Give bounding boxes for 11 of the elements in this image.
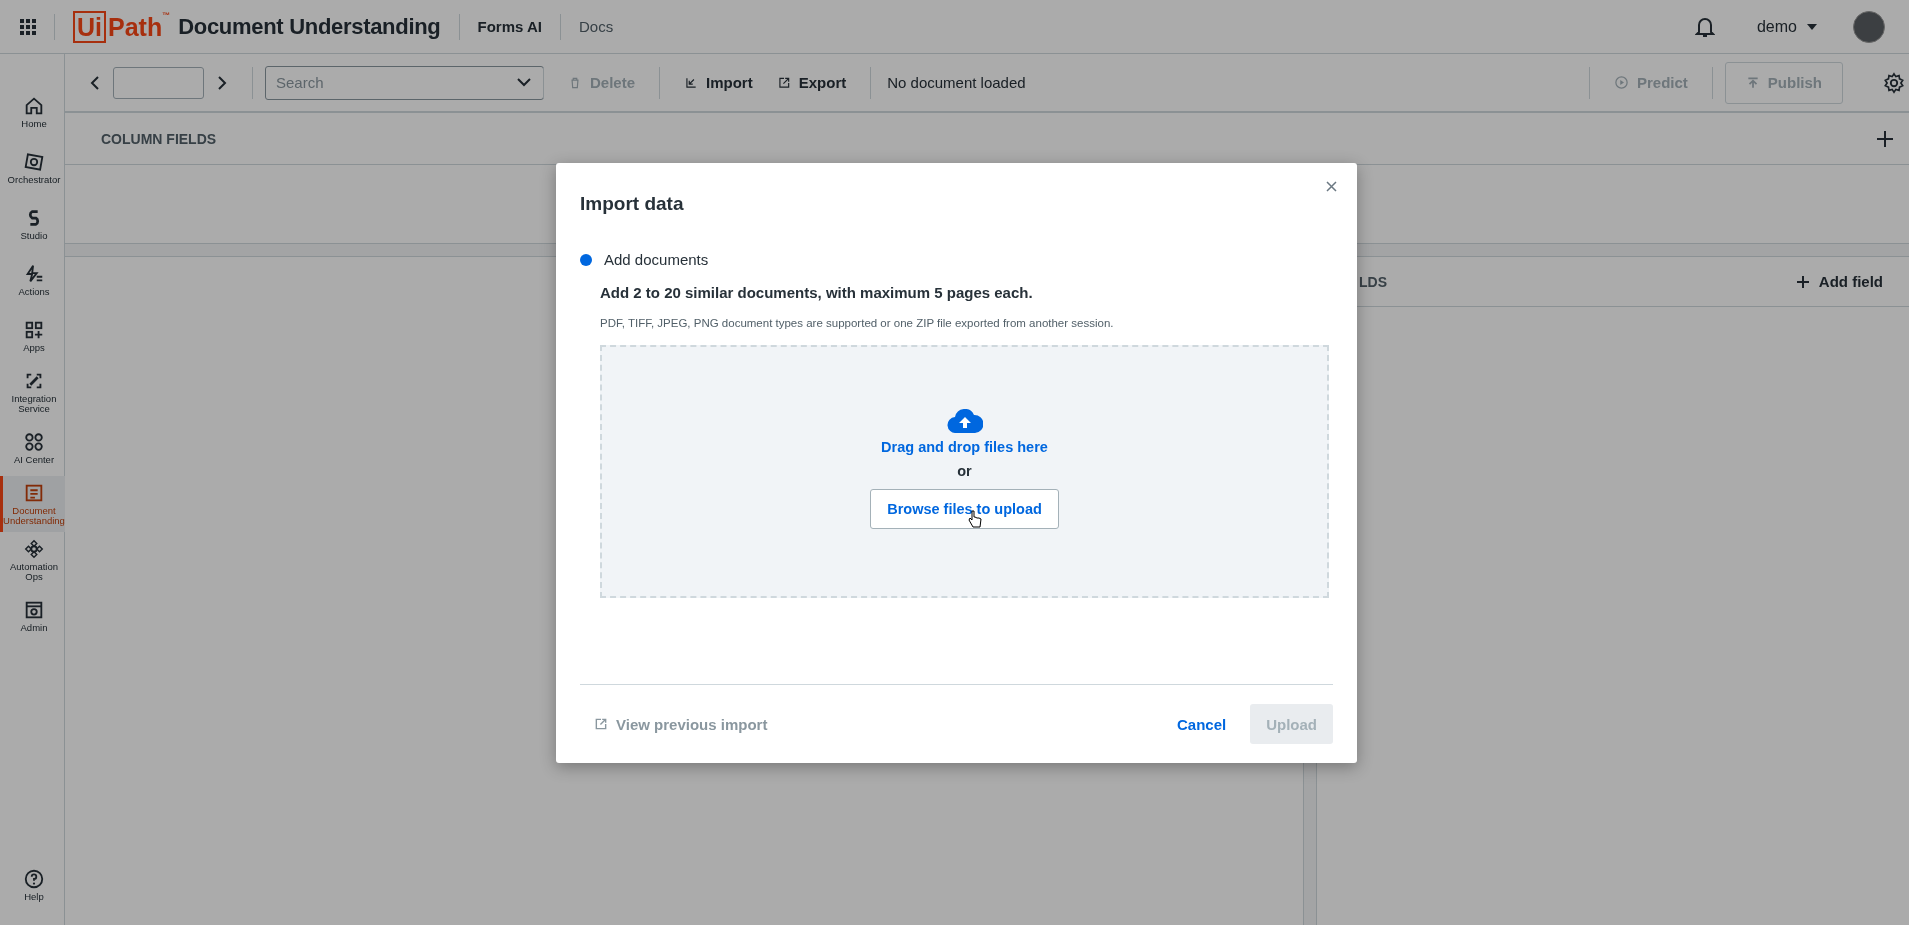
- status-text: No document loaded: [887, 74, 1026, 91]
- step-label: Add documents: [604, 251, 709, 268]
- dialog-title: Import data: [580, 193, 685, 216]
- section-title: COLUMN FIELDS: [101, 130, 217, 147]
- section-title: LDS: [1359, 273, 1387, 290]
- instruction-text: Add 2 to 20 similar documents, with maximum 5 pages each.: [600, 284, 1034, 301]
- or-text: or: [957, 463, 972, 479]
- file-types-note: PDF, TIFF, JPEG, PNG document types are supported or one ZIP file exported from another session.: [600, 317, 1115, 329]
- product-title: Document Understanding: [178, 13, 441, 40]
- product-logo: Ui Path$^{™}$: [73, 10, 171, 43]
- drag-drop-text: Drag and drop files here: [881, 439, 1048, 455]
